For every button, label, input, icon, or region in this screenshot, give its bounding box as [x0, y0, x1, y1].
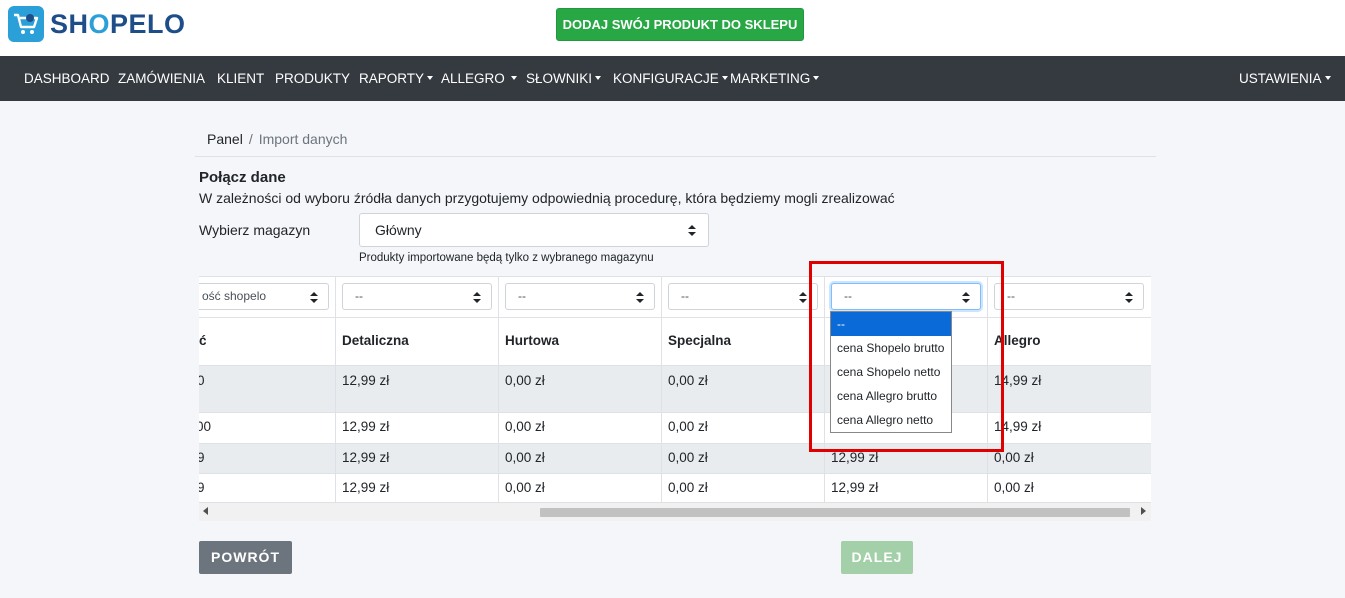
scroll-left-icon[interactable] — [203, 507, 208, 515]
breadcrumb-home[interactable]: Panel — [207, 131, 243, 147]
nav-klient[interactable]: KLIENT — [217, 56, 264, 101]
table-cell: 0,00 zł — [994, 480, 1034, 495]
nav-raporty[interactable]: RAPORTY — [359, 56, 434, 101]
table-cell: 12,99 zł — [342, 480, 390, 495]
warehouse-select[interactable]: Główny — [359, 213, 709, 247]
table-cell: 0,00 zł — [505, 480, 545, 495]
column-mapping-select[interactable]: -- — [668, 283, 818, 310]
table-cell: 12,99 zł — [831, 480, 879, 495]
select-arrows-icon — [799, 292, 807, 303]
dropdown-option[interactable]: cena Shopelo netto — [831, 360, 951, 384]
nav-zamowienia[interactable]: ZAMÓWIENIA — [118, 56, 205, 101]
next-button[interactable]: DALEJ — [841, 541, 913, 574]
table-cell: 12,99 zł — [831, 450, 879, 465]
table-cell: 0,00 zł — [505, 373, 545, 388]
table-cell: 0,00 zł — [668, 480, 708, 495]
column-header: Detaliczna — [342, 333, 409, 348]
caret-down-icon — [595, 76, 602, 81]
back-button[interactable]: POWRÓT — [199, 541, 292, 574]
dropdown-option[interactable]: cena Allegro brutto — [831, 384, 951, 408]
table-cell: 0,00 zł — [668, 373, 708, 388]
select-arrows-icon — [688, 225, 696, 236]
horizontal-scrollbar[interactable] — [199, 503, 1151, 521]
nav-dashboard[interactable]: DASHBOARD — [24, 56, 110, 101]
nav-slowniki[interactable]: SŁOWNIKI — [526, 56, 602, 101]
table-cell: 0,00 zł — [668, 419, 708, 434]
price-mapping-dropdown: -- cena Shopelo brutto cena Shopelo nett… — [830, 311, 952, 433]
scroll-right-icon[interactable] — [1141, 507, 1146, 515]
nav-ustawienia[interactable]: USTAWIENIA — [1239, 56, 1331, 101]
table-cell: 12,99 zł — [342, 419, 390, 434]
caret-down-icon — [721, 76, 728, 81]
column-mapping-select[interactable]: ość shopelo — [199, 283, 329, 310]
warehouse-label: Wybierz magazyn — [199, 222, 311, 238]
breadcrumb-current: Import danych — [258, 131, 348, 147]
table-cell: 9 — [199, 480, 205, 495]
divider — [195, 156, 1156, 157]
dropdown-option[interactable]: -- — [831, 312, 951, 336]
nav-konfiguracje[interactable]: KONFIGURACJE — [613, 56, 728, 101]
table-column — [499, 276, 662, 503]
warehouse-help-text: Produkty importowane będą tylko z wybran… — [359, 252, 654, 264]
column-header: Specjalna — [668, 333, 732, 348]
breadcrumb-separator: / — [248, 131, 253, 147]
mapping-table: ość shopelo -- -- -- -- -- ć Detaliczna … — [199, 276, 1151, 521]
column-mapping-select-open[interactable]: -- — [831, 283, 981, 310]
select-arrows-icon — [310, 292, 318, 303]
table-cell: 12,99 zł — [342, 450, 390, 465]
column-mapping-select[interactable]: -- — [342, 283, 492, 310]
table-cell: 12,99 zł — [342, 373, 390, 388]
table-column — [336, 276, 499, 503]
brand-name: SHOPELO — [50, 8, 186, 39]
dropdown-option[interactable]: cena Allegro netto — [831, 408, 951, 432]
table-column — [662, 276, 825, 503]
select-arrows-icon — [962, 292, 970, 303]
table-cell: 0,00 zł — [994, 450, 1034, 465]
breadcrumb: Panel / Import danych — [207, 131, 347, 147]
main-navbar: DASHBOARD ZAMÓWIENIA KLIENT PRODUKTY RAP… — [0, 56, 1345, 101]
section-title: Połącz dane — [199, 169, 286, 186]
nav-marketing[interactable]: MARKETING — [730, 56, 820, 101]
section-description: W zależności od wyboru źródła danych prz… — [199, 190, 895, 206]
top-header: SHOPELO DODAJ SWÓJ PRODUKT DO SKLEPU — [0, 0, 1345, 56]
cart-icon — [8, 6, 44, 42]
table-cell: 0,00 zł — [505, 450, 545, 465]
table-cell: 0,00 zł — [505, 419, 545, 434]
column-header: ć — [199, 333, 207, 348]
table-cell: 0,00 zł — [668, 450, 708, 465]
select-arrows-icon — [473, 292, 481, 303]
scrollbar-thumb[interactable] — [540, 508, 1130, 517]
add-product-button[interactable]: DODAJ SWÓJ PRODUKT DO SKLEPU — [556, 8, 804, 41]
caret-down-icon — [427, 76, 434, 81]
select-arrows-icon — [636, 292, 644, 303]
table-cell: 14,99 zł — [994, 419, 1042, 434]
nav-produkty[interactable]: PRODUKTY — [275, 56, 350, 101]
table-column — [199, 276, 336, 503]
caret-down-icon — [813, 76, 820, 81]
table-cell: 14,99 zł — [994, 373, 1042, 388]
caret-down-icon — [1324, 76, 1331, 81]
table-cell: 0 — [199, 373, 205, 388]
select-arrows-icon — [1125, 292, 1133, 303]
column-mapping-select[interactable]: -- — [505, 283, 655, 310]
column-header: Allegro — [994, 333, 1041, 348]
table-cell: 00 — [199, 419, 212, 434]
shopelo-logo[interactable]: SHOPELO — [8, 4, 186, 44]
dropdown-option[interactable]: cena Shopelo brutto — [831, 336, 951, 360]
caret-down-icon — [510, 76, 517, 81]
table-cell: 9 — [199, 450, 205, 465]
column-header: Hurtowa — [505, 333, 559, 348]
nav-allegro[interactable]: ALLEGRO — [441, 56, 517, 101]
column-mapping-select[interactable]: -- — [994, 283, 1144, 310]
